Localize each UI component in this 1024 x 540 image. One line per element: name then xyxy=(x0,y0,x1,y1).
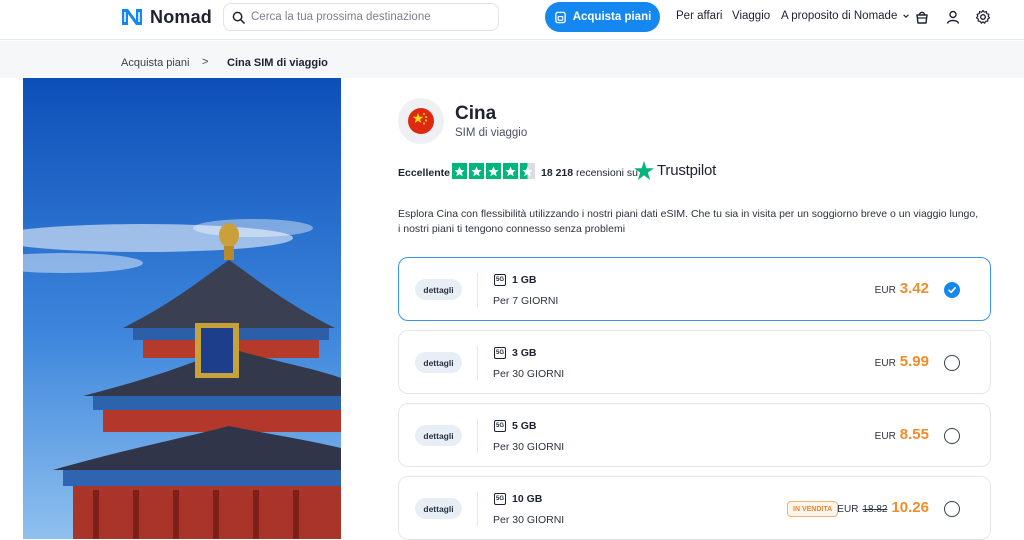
nav-business[interactable]: Per affari xyxy=(676,10,722,22)
currency: EUR xyxy=(837,504,859,515)
trustpilot-stars xyxy=(452,163,535,179)
old-price: 18.82 xyxy=(862,504,888,515)
buy-plans-label: Acquista piani xyxy=(572,11,652,23)
breadcrumb-item-current: Cina SIM di viaggio xyxy=(227,57,328,69)
nomad-logo[interactable]: Nomad xyxy=(120,6,212,28)
checkmark-icon xyxy=(948,287,956,294)
plan-price: EUR 5.99 xyxy=(875,353,929,370)
chevron-down-icon xyxy=(903,14,910,18)
currency: EUR xyxy=(874,285,896,296)
sim-card-icon xyxy=(554,11,566,23)
search-bar[interactable] xyxy=(223,3,499,31)
destination-photo xyxy=(23,78,341,539)
star-icon xyxy=(503,163,518,179)
plan-card[interactable]: dettagli 5G 10 GB Per 30 GIORNI IN VENDI… xyxy=(398,476,991,540)
plan-duration: Per 30 GIORNI xyxy=(493,368,565,380)
price-amount: 8.55 xyxy=(899,426,929,443)
nav-travel[interactable]: Viaggio xyxy=(732,10,770,22)
half-star-icon xyxy=(520,163,535,179)
trustpilot-wordmark: Trustpilot xyxy=(657,162,717,179)
country-description: Esplora Cina con flessibilità utilizzand… xyxy=(398,208,979,235)
search-icon xyxy=(232,11,245,24)
search-input[interactable] xyxy=(251,11,481,23)
star-icon xyxy=(469,163,484,179)
country-flag xyxy=(398,98,444,144)
review-count: 18 218 recensioni su xyxy=(541,167,638,179)
user-icon[interactable] xyxy=(945,9,961,25)
plan-card[interactable]: dettagli 5G 5 GB Per 30 GIORNI EUR 8.55 xyxy=(398,403,991,467)
country-subtitle: SIM di viaggio xyxy=(455,127,528,139)
details-button[interactable]: dettagli xyxy=(415,352,462,373)
plan-radio[interactable] xyxy=(944,501,960,517)
star-icon xyxy=(452,163,467,179)
plan-card[interactable]: dettagli 5G 3 GB Per 30 GIORNI EUR 5.99 xyxy=(398,330,991,394)
price-amount: 3.42 xyxy=(899,280,929,297)
china-flag-icon xyxy=(408,108,434,134)
shopping-bag-icon[interactable] xyxy=(914,9,930,25)
details-button[interactable]: dettagli xyxy=(415,498,462,519)
plan-radio-checked[interactable] xyxy=(944,282,960,298)
plan-price: EUR 8.55 xyxy=(875,426,929,443)
divider xyxy=(477,492,478,526)
review-number: 18 218 xyxy=(541,167,574,179)
divider xyxy=(477,419,478,453)
trustpilot-logo[interactable]: Trustpilot xyxy=(634,161,716,180)
rating-label: Eccellente xyxy=(398,167,450,179)
review-suffix: recensioni su xyxy=(576,167,638,179)
plan-duration: Per 30 GIORNI xyxy=(493,441,565,453)
5g-icon: 5G xyxy=(494,274,506,286)
divider xyxy=(477,346,478,380)
price-amount: 10.26 xyxy=(891,499,929,516)
plan-data: 10 GB xyxy=(512,493,543,505)
plan-data: 3 GB xyxy=(512,347,537,359)
buy-plans-button[interactable]: Acquista piani xyxy=(545,2,660,32)
currency: EUR xyxy=(874,358,896,369)
details-button[interactable]: dettagli xyxy=(415,279,462,300)
nomad-logo-icon xyxy=(122,9,142,25)
plan-duration: Per 7 GIORNI xyxy=(493,295,559,307)
price-amount: 5.99 xyxy=(899,353,929,370)
top-navbar: Nomad Acquista piani Per affari Viaggio … xyxy=(0,0,1024,40)
nav-about-label: A proposito di Nomade xyxy=(781,10,898,22)
plan-data: 5 GB xyxy=(512,420,537,432)
brand-name: Nomad xyxy=(150,6,213,27)
nav-about[interactable]: A proposito di Nomade xyxy=(781,10,910,22)
plan-data: 1 GB xyxy=(512,274,537,286)
plan-price: EUR 3.42 xyxy=(875,280,929,297)
plan-card[interactable]: dettagli 5G 1 GB Per 7 GIORNI EUR 3.42 xyxy=(398,257,991,321)
details-button[interactable]: dettagli xyxy=(415,425,462,446)
breadcrumb-item-buy-plans[interactable]: Acquista piani xyxy=(121,57,190,69)
country-name: Cina xyxy=(455,103,497,124)
gear-icon[interactable] xyxy=(975,9,991,25)
sale-badge: IN VENDITA xyxy=(787,501,839,517)
5g-icon: 5G xyxy=(494,420,506,432)
5g-icon: 5G xyxy=(494,493,506,505)
plan-duration: Per 30 GIORNI xyxy=(493,514,565,526)
star-icon xyxy=(486,163,501,179)
plan-price: EUR 18.82 10.26 xyxy=(837,499,929,516)
divider xyxy=(477,273,478,307)
plan-radio[interactable] xyxy=(944,355,960,371)
breadcrumb-separator: > xyxy=(202,56,209,68)
plan-radio[interactable] xyxy=(944,428,960,444)
currency: EUR xyxy=(874,431,896,442)
5g-icon: 5G xyxy=(494,347,506,359)
trustpilot-star-icon xyxy=(634,161,654,180)
